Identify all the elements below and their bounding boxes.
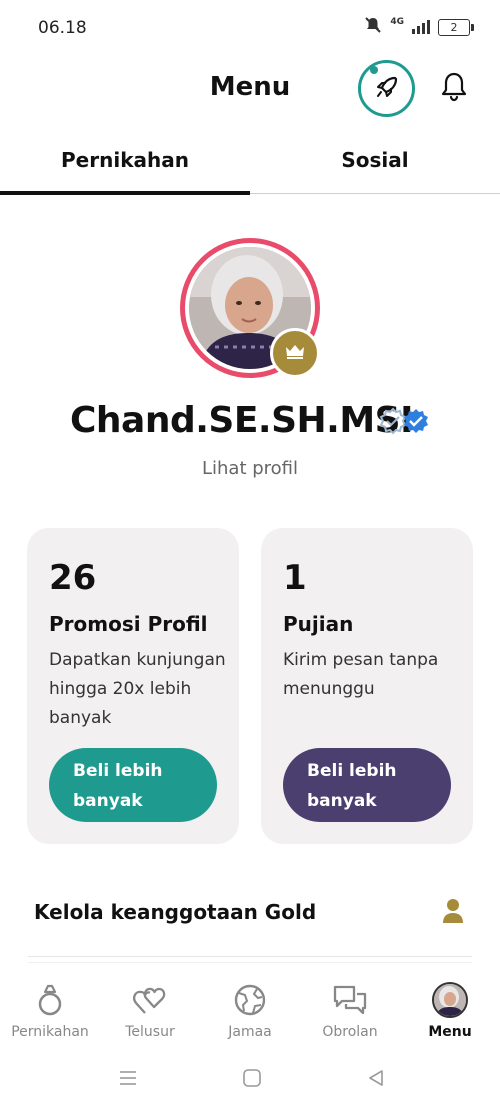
nav-item-menu[interactable]: Menu [400, 974, 500, 1046]
tab-sosial[interactable]: Sosial [250, 148, 500, 172]
ring-icon [35, 980, 65, 1020]
recent-apps-icon[interactable] [118, 1068, 138, 1092]
verified-icon [404, 409, 428, 433]
verified-badges [376, 405, 434, 443]
manage-gold-label: Kelola keanggotaan Gold [34, 900, 317, 924]
nav-avatar-icon [432, 980, 468, 1020]
boost-progress-dot [370, 66, 378, 74]
person-icon [442, 898, 464, 928]
tab-bar: Pernikahan Sosial [0, 130, 500, 195]
nav-label: Menu [428, 1024, 472, 1040]
divider [28, 956, 472, 957]
promo-title: Promosi Profil [49, 612, 208, 636]
promo-description: Dapatkan kunjungan hingga 20x lebih bany… [49, 650, 226, 728]
status-time: 06.18 [38, 18, 87, 38]
nav-label: Pernikahan [11, 1024, 89, 1040]
signal-icon [412, 20, 430, 34]
compliment-description: Kirim pesan tanpa menunggu [283, 650, 439, 699]
back-icon[interactable] [366, 1068, 386, 1092]
battery-level: 2 [450, 20, 458, 34]
crown-icon [284, 342, 306, 364]
profile-name: Chand.SE.SH.MSI [70, 400, 414, 441]
avatar [432, 982, 468, 1018]
photo-verified-icon [379, 407, 407, 435]
nav-label: Jamaa [228, 1024, 272, 1040]
tab-pernikahan[interactable]: Pernikahan [0, 148, 250, 172]
status-icons: 4G 2 [364, 16, 474, 38]
hearts-icon [132, 980, 168, 1020]
chat-icon [332, 980, 368, 1020]
header: Menu [0, 56, 500, 122]
boost-button[interactable] [358, 60, 415, 117]
rocket-icon [373, 73, 401, 105]
view-profile-link[interactable]: Lihat profil [0, 458, 500, 479]
compliment-count: 1 [283, 558, 307, 598]
compliment-title: Pujian [283, 612, 354, 636]
network-label: 4G [390, 17, 404, 27]
nav-item-jamaa[interactable]: Jamaa [200, 974, 300, 1046]
bell-icon [440, 70, 468, 106]
divider [28, 962, 472, 963]
globe-icon [233, 980, 267, 1020]
status-bar: 06.18 4G 2 [0, 0, 500, 56]
battery-icon: 2 [438, 18, 474, 36]
promo-profile-card: 26 Promosi Profil Dapatkan kunjungan hin… [27, 528, 239, 844]
page-title: Menu [209, 72, 291, 102]
notifications-button[interactable] [437, 70, 471, 106]
nav-item-pernikahan[interactable]: Pernikahan [0, 974, 100, 1046]
nav-label: Obrolan [322, 1024, 378, 1040]
promo-count: 26 [49, 558, 97, 598]
nav-item-telusur[interactable]: Telusur [100, 974, 200, 1046]
buy-compliment-button[interactable]: Beli lebih banyak [283, 748, 451, 822]
buy-promo-button[interactable]: Beli lebih banyak [49, 748, 217, 822]
nav-label: Telusur [125, 1024, 175, 1040]
mute-icon [364, 16, 382, 38]
bottom-navigation: Pernikahan Telusur Jamaa Obrolan Menu [0, 974, 500, 1046]
compliment-card: 1 Pujian Kirim pesan tanpa menunggu Beli… [261, 528, 473, 844]
nav-item-obrolan[interactable]: Obrolan [300, 974, 400, 1046]
manage-gold-membership-row[interactable]: Kelola keanggotaan Gold [0, 876, 500, 950]
active-tab-indicator [0, 190, 250, 195]
gold-member-badge [270, 328, 320, 378]
home-icon[interactable] [242, 1068, 262, 1092]
system-navigation-bar [0, 1056, 500, 1106]
